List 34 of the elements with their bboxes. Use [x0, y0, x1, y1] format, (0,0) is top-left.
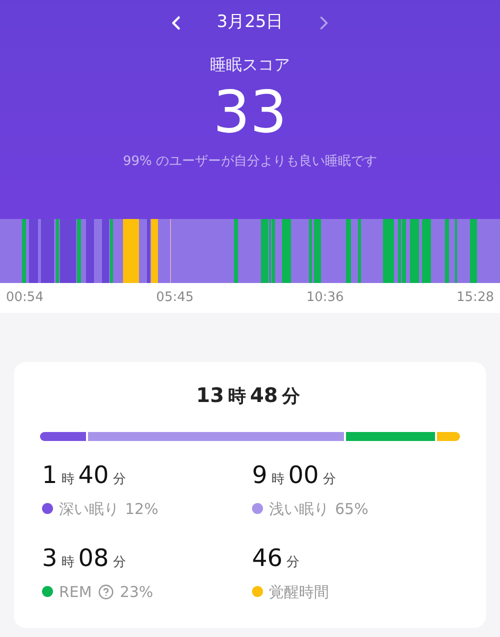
- score-label: 睡眠スコア: [210, 54, 290, 76]
- time-label: 15:28: [456, 289, 494, 308]
- duration-unit: 時: [61, 554, 74, 572]
- stage-name: 浅い眠り: [269, 498, 329, 520]
- stage-name: REM: [59, 582, 92, 602]
- date-label: 3月25日: [216, 11, 284, 34]
- stage-percent: 12%: [125, 498, 158, 520]
- sleep-score: 33: [213, 80, 287, 144]
- duration-unit: 時: [228, 385, 246, 409]
- duration-unit: 分: [282, 385, 300, 409]
- stage-percent: 65%: [335, 498, 368, 520]
- time-label: 00:54: [6, 289, 44, 308]
- duration-number: 40: [78, 463, 109, 487]
- stage-name: 覚醒時間: [269, 582, 329, 602]
- duration-number: 3: [42, 546, 58, 570]
- help-icon[interactable]: [98, 584, 114, 600]
- duration-number: 00: [288, 463, 319, 487]
- duration-number: 13: [196, 382, 224, 409]
- duration-unit: 分: [322, 471, 336, 489]
- duration-number: 9: [252, 463, 268, 487]
- duration-number: 08: [78, 546, 109, 570]
- duration-unit: 時: [271, 471, 284, 489]
- duration-unit: 分: [286, 554, 300, 572]
- duration-number: 1: [42, 463, 58, 487]
- duration-unit: 時: [61, 471, 74, 489]
- time-label: 05:45: [156, 289, 194, 308]
- duration-unit: 分: [112, 554, 126, 572]
- comparison-text: 99% のユーザーが自分よりも良い睡眠です: [122, 152, 378, 170]
- duration-number: 48: [250, 382, 278, 409]
- stage-percent: 23%: [120, 582, 154, 602]
- stage-name: 深い眠り: [59, 498, 119, 520]
- time-label: 10:36: [306, 289, 344, 308]
- duration-unit: 分: [112, 471, 126, 489]
- duration-number: 46: [252, 546, 283, 570]
